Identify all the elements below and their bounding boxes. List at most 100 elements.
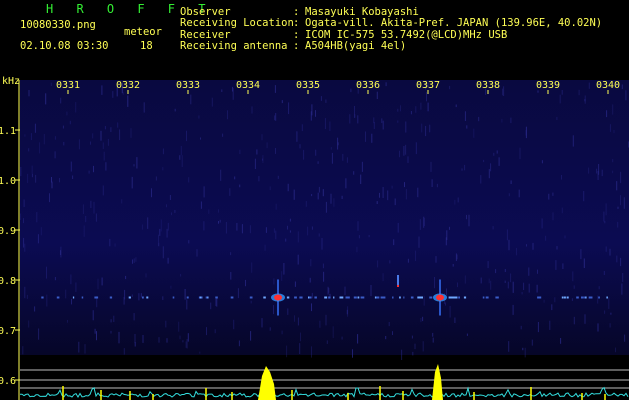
noise-streak (232, 88, 234, 100)
noise-streak (326, 340, 328, 344)
band-dash (357, 296, 360, 299)
band-dash (81, 296, 84, 299)
band-dash (207, 296, 209, 299)
noise-streak (525, 126, 527, 139)
noise-streak (305, 201, 307, 207)
noise-streak (617, 221, 619, 228)
noise-streak (287, 225, 288, 230)
noise-streak (496, 150, 498, 154)
y-tick-label: 0.7 (0, 326, 16, 337)
noise-streak (612, 170, 614, 174)
noise-streak (488, 278, 490, 284)
noise-streak (490, 280, 492, 290)
noise-streak (22, 346, 24, 355)
band-dash (333, 296, 335, 299)
noise-streak (180, 145, 182, 156)
noise-streak (345, 178, 347, 189)
noise-streak (620, 257, 622, 267)
noise-streak (70, 161, 72, 172)
noise-streak (382, 187, 384, 198)
noise-streak (325, 99, 327, 103)
noise-streak (269, 186, 271, 191)
noise-streak (391, 185, 393, 189)
noise-streak (624, 334, 626, 342)
noise-streak (131, 176, 133, 189)
noise-streak (82, 204, 84, 214)
noise-streak (457, 197, 459, 203)
noise-streak (531, 339, 533, 346)
noise-streak (101, 277, 103, 286)
noise-streak (92, 133, 94, 139)
noise-streak (266, 142, 268, 149)
noise-streak (310, 111, 312, 121)
noise-streak (174, 210, 176, 213)
noise-streak (63, 141, 65, 146)
noise-streak (101, 85, 103, 95)
noise-streak (480, 175, 482, 184)
noise-streak (281, 330, 283, 335)
noise-streak (72, 175, 74, 179)
noise-streak (420, 102, 422, 110)
noise-streak (548, 193, 550, 200)
noise-streak (357, 115, 359, 124)
noise-streak (387, 190, 389, 201)
spectrogram-panel: 0331 0332 0333 0334 0335 0336 0337 0338 0339 0340… (0, 72, 629, 400)
band-dash (186, 296, 189, 299)
noise-streak (521, 292, 523, 295)
counter-peak (258, 366, 276, 400)
band-dash (199, 296, 202, 299)
noise-streak (285, 238, 287, 242)
noise-streak (429, 124, 431, 133)
band-dash (172, 296, 175, 299)
noise-streak (78, 139, 80, 150)
noise-streak (143, 102, 145, 113)
noise-streak (160, 219, 162, 232)
noise-streak (371, 133, 373, 143)
noise-streak (131, 294, 133, 297)
noise-streak (541, 218, 543, 229)
noise-streak (562, 263, 564, 269)
noise-streak (352, 349, 353, 358)
y-tick-label: 1.0 (0, 176, 16, 187)
noise-streak (274, 85, 276, 93)
band-dash (328, 296, 331, 299)
noise-streak (31, 165, 33, 174)
noise-streak (350, 88, 352, 93)
noise-streak (311, 194, 313, 197)
band-dash (403, 296, 405, 299)
noise-streak (615, 347, 616, 353)
noise-streak (118, 331, 120, 344)
noise-streak (185, 341, 187, 348)
band-dash (482, 296, 485, 299)
noise-streak (397, 120, 399, 123)
y-tick-label: 1.1 (0, 126, 16, 137)
noise-streak (301, 124, 303, 132)
noise-streak (561, 207, 563, 214)
noise-streak (104, 126, 106, 130)
band-dash (454, 296, 458, 299)
noise-streak (385, 336, 387, 340)
noise-streak (346, 309, 348, 315)
noise-streak (422, 316, 424, 322)
noise-streak (501, 118, 503, 123)
noise-streak (508, 193, 510, 197)
noise-streak (415, 250, 416, 261)
noise-streak (230, 252, 232, 256)
noise-streak (95, 213, 97, 222)
noise-streak (466, 125, 468, 129)
noise-streak (608, 297, 610, 309)
noise-streak (405, 144, 407, 155)
noise-streak (88, 170, 90, 174)
y-tick-label: 0.9 (0, 226, 16, 237)
noise-streak (65, 289, 67, 299)
noise-streak (536, 284, 538, 293)
filename: 10080330.png (20, 19, 96, 31)
noise-streak (621, 84, 623, 90)
noise-streak (159, 228, 161, 236)
noise-streak (70, 274, 72, 285)
noise-streak (275, 230, 277, 240)
noise-streak (297, 231, 299, 243)
band-dash (294, 296, 297, 299)
band-dash (374, 296, 377, 299)
noise-streak (311, 303, 312, 312)
